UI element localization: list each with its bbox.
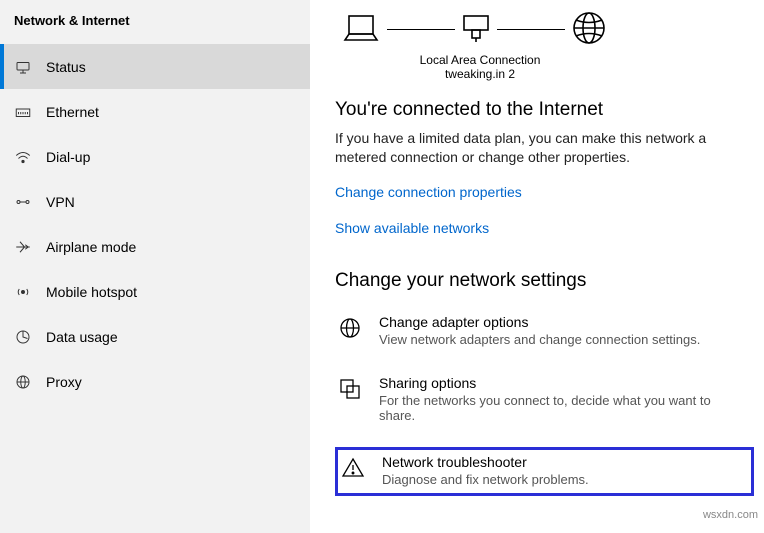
sidebar-item-label: Airplane mode (46, 239, 136, 255)
dialup-icon (14, 148, 32, 166)
diagram-sublabel: tweaking.in 2 (335, 67, 625, 81)
sidebar-item-label: Proxy (46, 374, 82, 390)
setting-title: Sharing options (379, 375, 748, 391)
adapter-icon (337, 314, 363, 340)
setting-item-sharing[interactable]: Sharing options For the networks you con… (335, 371, 754, 429)
setting-item-troubleshooter[interactable]: Network troubleshooter Diagnose and fix … (335, 447, 754, 496)
sidebar-item-label: VPN (46, 194, 75, 210)
setting-desc: View network adapters and change connect… (379, 332, 700, 347)
sharing-icon (337, 375, 363, 401)
sidebar-item-label: Data usage (46, 329, 118, 345)
sidebar-item-label: Mobile hotspot (46, 284, 137, 300)
connector-line (497, 29, 565, 31)
status-description: If you have a limited data plan, you can… (335, 129, 735, 168)
sidebar-item-label: Dial-up (46, 149, 90, 165)
link-available-networks[interactable]: Show available networks (335, 220, 489, 236)
setting-title: Change adapter options (379, 314, 700, 330)
hotspot-icon (14, 283, 32, 301)
sidebar-item-dialup[interactable]: Dial-up (0, 134, 310, 179)
laptop-icon (341, 12, 381, 47)
setting-title: Network troubleshooter (382, 454, 589, 470)
setting-desc: Diagnose and fix network problems. (382, 472, 589, 487)
sidebar-item-airplane[interactable]: Airplane mode (0, 224, 310, 269)
sidebar-item-label: Status (46, 59, 86, 75)
main-content: Local Area Connection tweaking.in 2 You'… (310, 0, 764, 533)
router-icon (461, 12, 491, 47)
sidebar-title: Network & Internet (0, 5, 310, 44)
settings-heading: Change your network settings (335, 270, 754, 292)
status-icon (14, 58, 32, 76)
sidebar-item-label: Ethernet (46, 104, 99, 120)
sidebar-item-proxy[interactable]: Proxy (0, 359, 310, 404)
setting-item-adapter[interactable]: Change adapter options View network adap… (335, 310, 754, 353)
proxy-icon (14, 373, 32, 391)
diagram-label: Local Area Connection (335, 53, 625, 67)
globe-icon (571, 10, 607, 49)
connector-line (387, 29, 455, 31)
link-connection-properties[interactable]: Change connection properties (335, 184, 522, 200)
data-icon (14, 328, 32, 346)
status-heading: You're connected to the Internet (335, 99, 754, 121)
airplane-icon (14, 238, 32, 256)
sidebar: Network & Internet Status Ethernet Dial-… (0, 0, 310, 533)
sidebar-item-datausage[interactable]: Data usage (0, 314, 310, 359)
sidebar-item-status[interactable]: Status (0, 44, 310, 89)
troubleshoot-icon (340, 454, 366, 480)
setting-desc: For the networks you connect to, decide … (379, 393, 748, 423)
vpn-icon (14, 193, 32, 211)
network-diagram (341, 10, 754, 49)
watermark: wsxdn.com (703, 509, 758, 521)
sidebar-item-vpn[interactable]: VPN (0, 179, 310, 224)
sidebar-item-ethernet[interactable]: Ethernet (0, 89, 310, 134)
sidebar-item-hotspot[interactable]: Mobile hotspot (0, 269, 310, 314)
ethernet-icon (14, 103, 32, 121)
